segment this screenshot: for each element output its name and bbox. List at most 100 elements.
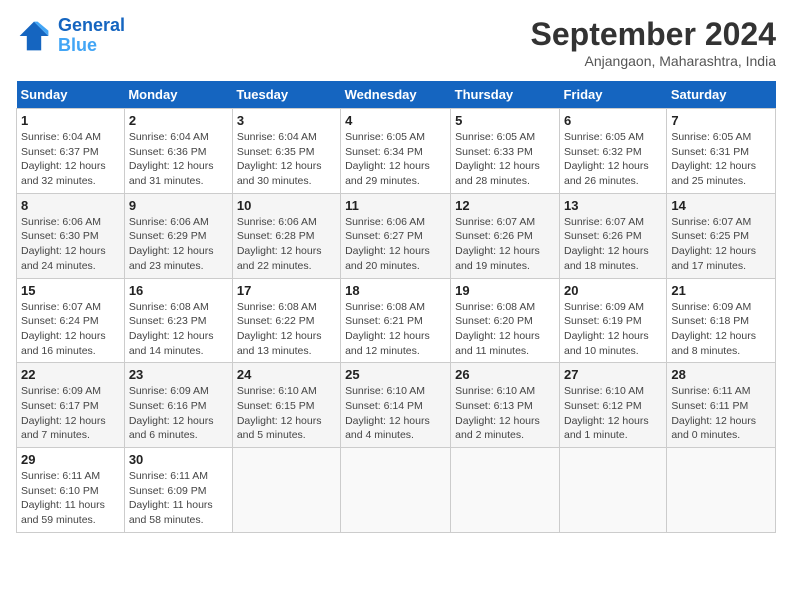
day-number: 23 bbox=[129, 367, 228, 382]
weekday-header-friday: Friday bbox=[559, 81, 666, 109]
calendar-cell: 26 Sunrise: 6:10 AM Sunset: 6:13 PM Dayli… bbox=[451, 363, 560, 448]
day-number: 29 bbox=[21, 452, 120, 467]
logo-line2: Blue bbox=[58, 35, 97, 55]
day-number: 17 bbox=[237, 283, 336, 298]
weekday-header-sunday: Sunday bbox=[17, 81, 125, 109]
weekday-header-wednesday: Wednesday bbox=[341, 81, 451, 109]
day-info: Sunrise: 6:05 AM Sunset: 6:33 PM Dayligh… bbox=[455, 130, 555, 189]
day-info: Sunrise: 6:07 AM Sunset: 6:26 PM Dayligh… bbox=[455, 215, 555, 274]
day-info: Sunrise: 6:04 AM Sunset: 6:36 PM Dayligh… bbox=[129, 130, 228, 189]
calendar-table: SundayMondayTuesdayWednesdayThursdayFrid… bbox=[16, 81, 776, 533]
day-number: 13 bbox=[564, 198, 662, 213]
day-info: Sunrise: 6:09 AM Sunset: 6:18 PM Dayligh… bbox=[671, 300, 771, 359]
day-number: 16 bbox=[129, 283, 228, 298]
day-number: 12 bbox=[455, 198, 555, 213]
calendar-cell: 15 Sunrise: 6:07 AM Sunset: 6:24 PM Dayli… bbox=[17, 278, 125, 363]
calendar-week-row: 29Sunrise: 6:11 AM Sunset: 6:10 PM Dayli… bbox=[17, 448, 776, 533]
day-info: Sunrise: 6:07 AM Sunset: 6:25 PM Dayligh… bbox=[671, 215, 771, 274]
calendar-cell: 13 Sunrise: 6:07 AM Sunset: 6:26 PM Dayli… bbox=[559, 193, 666, 278]
calendar-cell: 2 Sunrise: 6:04 AM Sunset: 6:36 PM Daylig… bbox=[124, 109, 232, 194]
day-number: 7 bbox=[671, 113, 771, 128]
weekday-header-tuesday: Tuesday bbox=[232, 81, 340, 109]
calendar-cell: 19 Sunrise: 6:08 AM Sunset: 6:20 PM Dayli… bbox=[451, 278, 560, 363]
calendar-cell: 10 Sunrise: 6:06 AM Sunset: 6:28 PM Dayli… bbox=[232, 193, 340, 278]
title-block: September 2024 Anjangaon, Maharashtra, I… bbox=[531, 16, 776, 69]
weekday-header-saturday: Saturday bbox=[667, 81, 776, 109]
day-number: 26 bbox=[455, 367, 555, 382]
day-info: Sunrise: 6:09 AM Sunset: 6:16 PM Dayligh… bbox=[129, 384, 228, 443]
day-info: Sunrise: 6:08 AM Sunset: 6:20 PM Dayligh… bbox=[455, 300, 555, 359]
day-number: 25 bbox=[345, 367, 446, 382]
day-number: 14 bbox=[671, 198, 771, 213]
calendar-body: 1 Sunrise: 6:04 AM Sunset: 6:37 PM Daylig… bbox=[17, 109, 776, 533]
calendar-cell: 18 Sunrise: 6:08 AM Sunset: 6:21 PM Dayli… bbox=[341, 278, 451, 363]
day-info: Sunrise: 6:09 AM Sunset: 6:17 PM Dayligh… bbox=[21, 384, 120, 443]
day-info: Sunrise: 6:04 AM Sunset: 6:37 PM Dayligh… bbox=[21, 130, 120, 189]
day-number: 9 bbox=[129, 198, 228, 213]
day-number: 4 bbox=[345, 113, 446, 128]
day-info: Sunrise: 6:06 AM Sunset: 6:27 PM Dayligh… bbox=[345, 215, 446, 274]
calendar-cell: 8Sunrise: 6:06 AM Sunset: 6:30 PM Daylig… bbox=[17, 193, 125, 278]
calendar-cell bbox=[667, 448, 776, 533]
calendar-cell bbox=[559, 448, 666, 533]
day-number: 1 bbox=[21, 113, 120, 128]
calendar-cell bbox=[232, 448, 340, 533]
weekday-header-thursday: Thursday bbox=[451, 81, 560, 109]
day-info: Sunrise: 6:11 AM Sunset: 6:11 PM Dayligh… bbox=[671, 384, 771, 443]
day-number: 30 bbox=[129, 452, 228, 467]
day-number: 28 bbox=[671, 367, 771, 382]
day-info: Sunrise: 6:05 AM Sunset: 6:32 PM Dayligh… bbox=[564, 130, 662, 189]
calendar-cell: 24 Sunrise: 6:10 AM Sunset: 6:15 PM Dayli… bbox=[232, 363, 340, 448]
day-info: Sunrise: 6:04 AM Sunset: 6:35 PM Dayligh… bbox=[237, 130, 336, 189]
day-info: Sunrise: 6:08 AM Sunset: 6:21 PM Dayligh… bbox=[345, 300, 446, 359]
calendar-cell: 28 Sunrise: 6:11 AM Sunset: 6:11 PM Dayli… bbox=[667, 363, 776, 448]
calendar-cell: 22Sunrise: 6:09 AM Sunset: 6:17 PM Dayli… bbox=[17, 363, 125, 448]
day-info: Sunrise: 6:10 AM Sunset: 6:15 PM Dayligh… bbox=[237, 384, 336, 443]
month-title: September 2024 bbox=[531, 16, 776, 53]
calendar-cell: 27Sunrise: 6:10 AM Sunset: 6:12 PM Dayli… bbox=[559, 363, 666, 448]
calendar-cell: 25Sunrise: 6:10 AM Sunset: 6:14 PM Dayli… bbox=[341, 363, 451, 448]
day-info: Sunrise: 6:05 AM Sunset: 6:31 PM Dayligh… bbox=[671, 130, 771, 189]
calendar-cell: 7 Sunrise: 6:05 AM Sunset: 6:31 PM Daylig… bbox=[667, 109, 776, 194]
calendar-cell: 4Sunrise: 6:05 AM Sunset: 6:34 PM Daylig… bbox=[341, 109, 451, 194]
calendar-cell bbox=[341, 448, 451, 533]
calendar-cell: 21 Sunrise: 6:09 AM Sunset: 6:18 PM Dayli… bbox=[667, 278, 776, 363]
day-info: Sunrise: 6:06 AM Sunset: 6:28 PM Dayligh… bbox=[237, 215, 336, 274]
calendar-week-row: 8Sunrise: 6:06 AM Sunset: 6:30 PM Daylig… bbox=[17, 193, 776, 278]
day-info: Sunrise: 6:06 AM Sunset: 6:29 PM Dayligh… bbox=[129, 215, 228, 274]
day-info: Sunrise: 6:08 AM Sunset: 6:23 PM Dayligh… bbox=[129, 300, 228, 359]
calendar-cell: 17 Sunrise: 6:08 AM Sunset: 6:22 PM Dayli… bbox=[232, 278, 340, 363]
day-number: 19 bbox=[455, 283, 555, 298]
day-info: Sunrise: 6:07 AM Sunset: 6:26 PM Dayligh… bbox=[564, 215, 662, 274]
calendar-cell: 11 Sunrise: 6:06 AM Sunset: 6:27 PM Dayli… bbox=[341, 193, 451, 278]
calendar-cell: 14 Sunrise: 6:07 AM Sunset: 6:25 PM Dayli… bbox=[667, 193, 776, 278]
day-number: 18 bbox=[345, 283, 446, 298]
location-subtitle: Anjangaon, Maharashtra, India bbox=[531, 53, 776, 69]
page-header: General Blue September 2024 Anjangaon, M… bbox=[16, 16, 776, 69]
calendar-cell: 20Sunrise: 6:09 AM Sunset: 6:19 PM Dayli… bbox=[559, 278, 666, 363]
calendar-cell: 6 Sunrise: 6:05 AM Sunset: 6:32 PM Daylig… bbox=[559, 109, 666, 194]
calendar-week-row: 22Sunrise: 6:09 AM Sunset: 6:17 PM Dayli… bbox=[17, 363, 776, 448]
day-number: 11 bbox=[345, 198, 446, 213]
day-info: Sunrise: 6:07 AM Sunset: 6:24 PM Dayligh… bbox=[21, 300, 120, 359]
day-info: Sunrise: 6:10 AM Sunset: 6:13 PM Dayligh… bbox=[455, 384, 555, 443]
day-number: 24 bbox=[237, 367, 336, 382]
day-number: 5 bbox=[455, 113, 555, 128]
calendar-cell: 23 Sunrise: 6:09 AM Sunset: 6:16 PM Dayli… bbox=[124, 363, 232, 448]
calendar-cell: 16 Sunrise: 6:08 AM Sunset: 6:23 PM Dayli… bbox=[124, 278, 232, 363]
day-number: 6 bbox=[564, 113, 662, 128]
calendar-cell: 9 Sunrise: 6:06 AM Sunset: 6:29 PM Daylig… bbox=[124, 193, 232, 278]
logo-text: General Blue bbox=[58, 16, 125, 56]
day-number: 3 bbox=[237, 113, 336, 128]
day-number: 15 bbox=[21, 283, 120, 298]
day-number: 10 bbox=[237, 198, 336, 213]
day-info: Sunrise: 6:11 AM Sunset: 6:09 PM Dayligh… bbox=[129, 469, 228, 528]
calendar-cell: 3 Sunrise: 6:04 AM Sunset: 6:35 PM Daylig… bbox=[232, 109, 340, 194]
day-number: 2 bbox=[129, 113, 228, 128]
calendar-week-row: 1 Sunrise: 6:04 AM Sunset: 6:37 PM Daylig… bbox=[17, 109, 776, 194]
day-number: 21 bbox=[671, 283, 771, 298]
day-info: Sunrise: 6:08 AM Sunset: 6:22 PM Dayligh… bbox=[237, 300, 336, 359]
calendar-week-row: 15 Sunrise: 6:07 AM Sunset: 6:24 PM Dayli… bbox=[17, 278, 776, 363]
logo: General Blue bbox=[16, 16, 125, 56]
calendar-header: SundayMondayTuesdayWednesdayThursdayFrid… bbox=[17, 81, 776, 109]
